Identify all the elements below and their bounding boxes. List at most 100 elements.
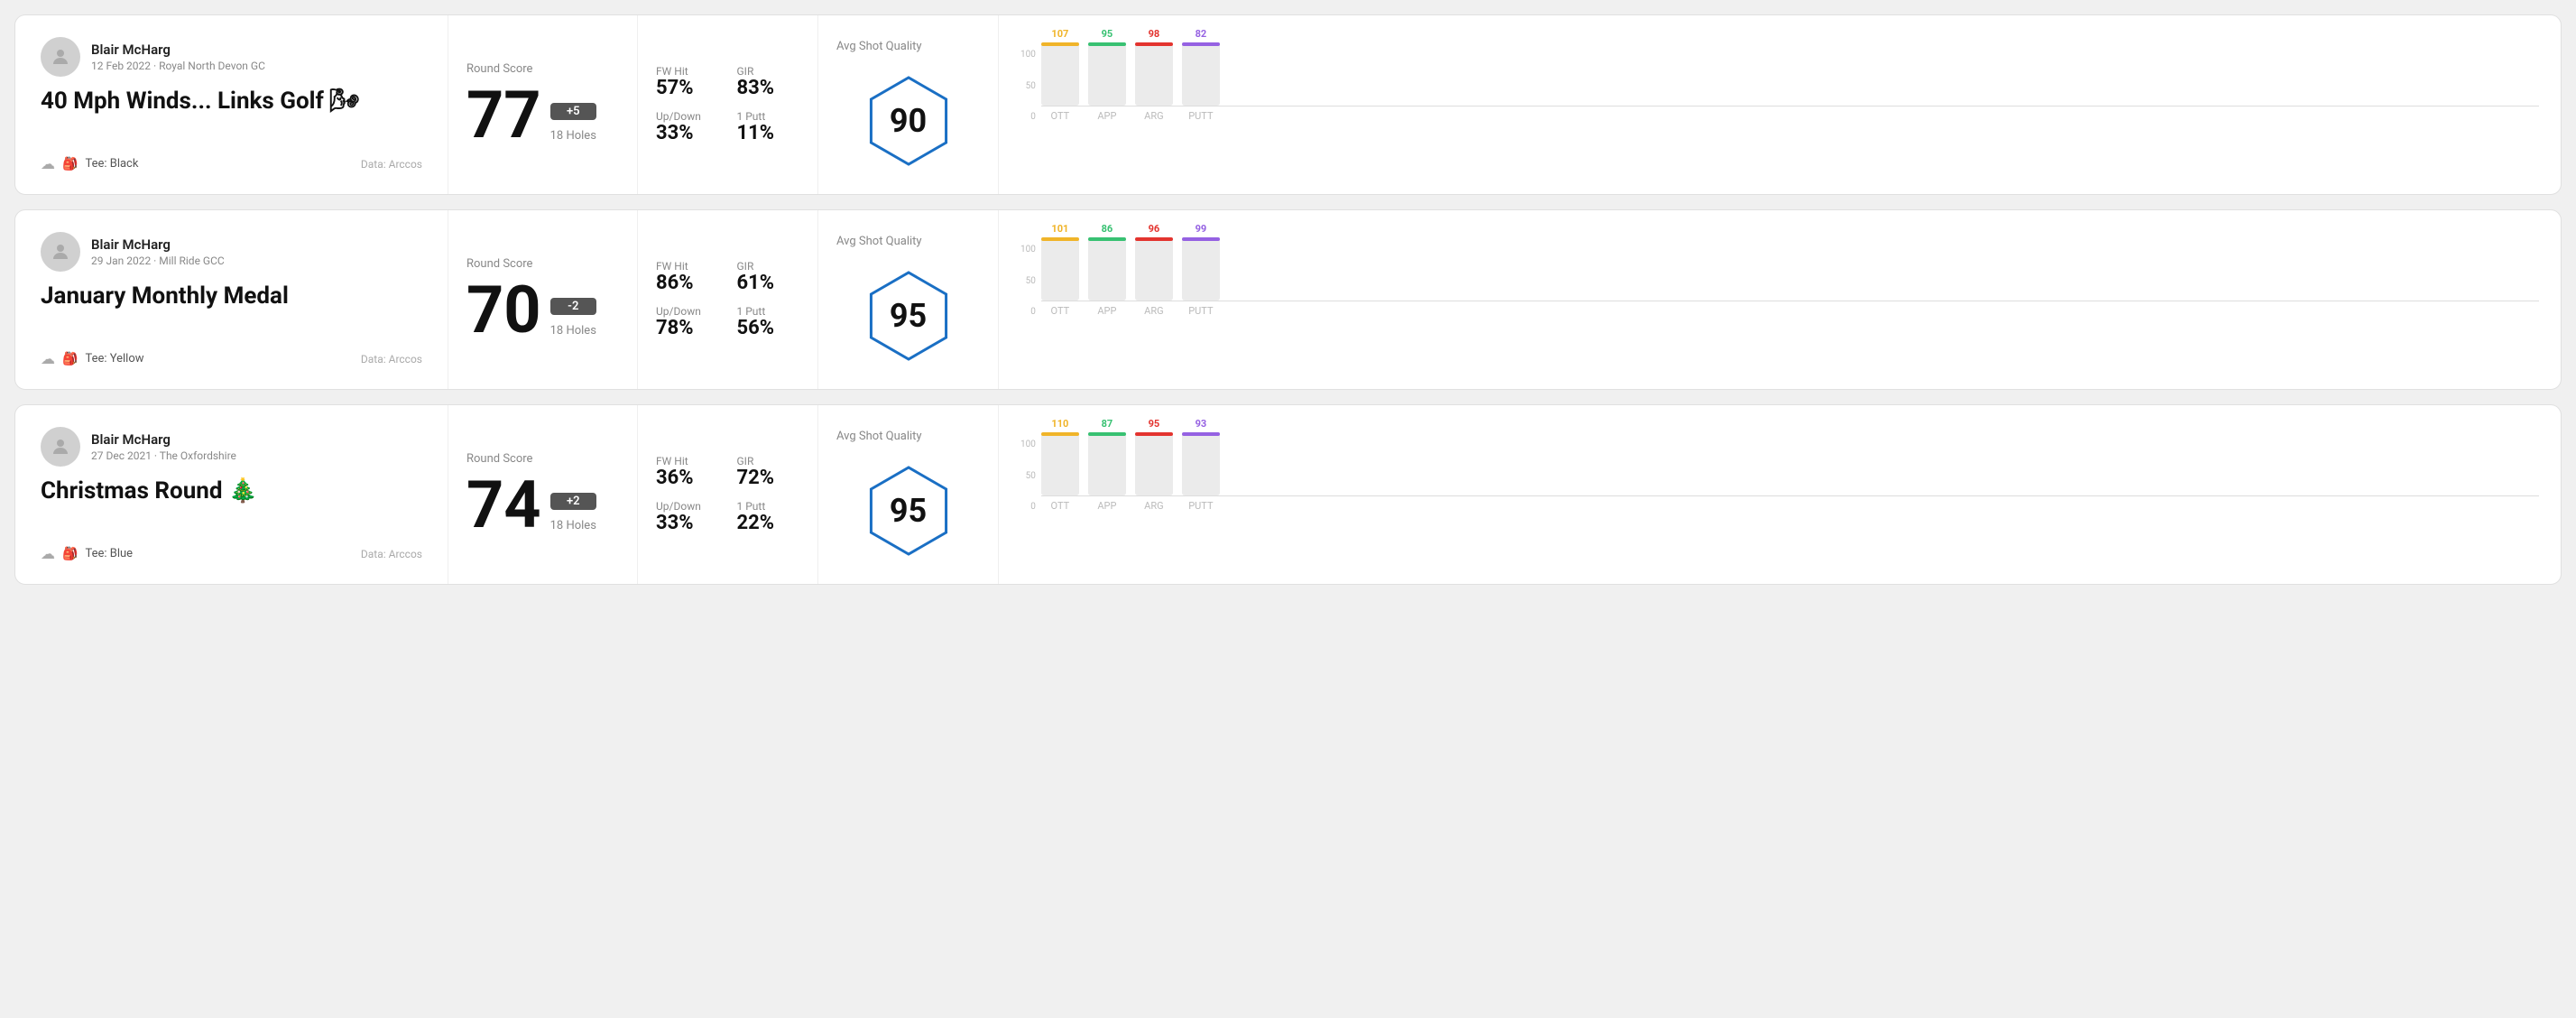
chart-x-label: ARG <box>1135 110 1173 122</box>
bar-accent <box>1135 237 1173 241</box>
y-label-50: 50 <box>1020 276 1036 286</box>
left-section: Blair McHarg 12 Feb 2022 · Royal North D… <box>15 15 448 194</box>
chart-x-labels: OTTAPPARGPUTT <box>1041 110 2539 122</box>
gir-label: GIR <box>737 65 800 78</box>
quality-section: Avg Shot Quality 95 <box>818 210 999 389</box>
chart-section: 100 50 0 101 86 96 <box>999 210 2561 389</box>
updown-stat: Up/Down 33% <box>656 500 719 534</box>
user-info: Blair McHarg 27 Dec 2021 · The Oxfordshi… <box>91 431 236 462</box>
chart-section: 100 50 0 107 95 98 <box>999 15 2561 194</box>
big-score: 77 <box>466 83 541 148</box>
chart-area: 107 95 98 82 <box>1041 33 2539 122</box>
chart-x-labels: OTTAPPARGPUTT <box>1041 500 2539 512</box>
bar-value: 95 <box>1149 418 1160 430</box>
bar-accent <box>1088 432 1126 436</box>
bar-accent <box>1041 237 1079 241</box>
chart-x-label: OTT <box>1041 500 1079 512</box>
score-meta: -2 18 Holes <box>550 298 596 343</box>
round-title: Christmas Round 🎄 <box>41 477 422 505</box>
score-section: Round Score 70 -2 18 Holes <box>448 210 638 389</box>
chart-x-label: ARG <box>1135 305 1173 317</box>
round-score-label: Round Score <box>466 62 619 76</box>
score-badge: +5 <box>550 103 596 120</box>
bar-accent <box>1041 432 1079 436</box>
tee-label: Tee: Black <box>85 157 138 171</box>
round-title: 40 Mph Winds... Links Golf 🌬 <box>41 88 422 116</box>
quality-label: Avg Shot Quality <box>836 235 922 248</box>
holes-label: 18 Holes <box>550 129 596 143</box>
tee-info: ☁ 🎒 Tee: Yellow <box>41 350 144 367</box>
gir-label: GIR <box>737 260 800 273</box>
stats-section: FW Hit 86% GIR 61% Up/Down 78% 1 Putt 56… <box>638 210 818 389</box>
one-putt-stat: 1 Putt 11% <box>737 110 800 144</box>
bar-value: 98 <box>1149 28 1160 40</box>
bar-value: 99 <box>1196 223 1207 235</box>
chart-x-label: APP <box>1088 305 1126 317</box>
cloud-icon: ☁ <box>41 350 55 367</box>
bar-value: 82 <box>1196 28 1207 40</box>
user-info: Blair McHarg 12 Feb 2022 · Royal North D… <box>91 42 265 72</box>
chart-y-labels: 100 50 0 <box>1020 50 1041 122</box>
bar-accent <box>1088 42 1126 46</box>
gir-value: 72% <box>737 467 800 489</box>
user-name: Blair McHarg <box>91 42 265 58</box>
hex-score: 95 <box>890 492 927 530</box>
chart-x-labels: OTTAPPARGPUTT <box>1041 305 2539 317</box>
gir-value: 83% <box>737 78 800 99</box>
chart-section: 100 50 0 110 87 95 <box>999 405 2561 584</box>
bars-row: 110 87 95 93 <box>1041 423 2539 495</box>
score-meta: +5 18 Holes <box>550 103 596 148</box>
bar-group: 107 <box>1041 28 1079 106</box>
hexagon-container: 95 <box>836 266 980 366</box>
date-course: 29 Jan 2022 · Mill Ride GCC <box>91 255 225 267</box>
bar-bg <box>1182 237 1220 301</box>
fw-hit-value: 86% <box>656 273 719 294</box>
gir-label: GIR <box>737 455 800 467</box>
stats-section: FW Hit 57% GIR 83% Up/Down 33% 1 Putt 11… <box>638 15 818 194</box>
one-putt-stat: 1 Putt 22% <box>737 500 800 534</box>
golf-bag-icon: 🎒 <box>62 352 78 366</box>
avatar <box>41 37 80 77</box>
bar-value: 107 <box>1051 28 1068 40</box>
chart-x-label: PUTT <box>1182 500 1220 512</box>
bottom-row: ☁ 🎒 Tee: Blue Data: Arccos <box>41 545 422 562</box>
one-putt-value: 56% <box>737 318 800 339</box>
y-label-0: 0 <box>1020 112 1036 122</box>
quality-label: Avg Shot Quality <box>836 430 922 443</box>
score-meta: +2 18 Holes <box>550 493 596 538</box>
stats-grid: FW Hit 36% GIR 72% Up/Down 33% 1 Putt 22… <box>656 455 799 534</box>
bar-bg <box>1182 432 1220 495</box>
score-badge: -2 <box>550 298 596 315</box>
golf-bag-icon: 🎒 <box>62 157 78 171</box>
chart-x-label: APP <box>1088 110 1126 122</box>
quality-section: Avg Shot Quality 95 <box>818 405 999 584</box>
left-section: Blair McHarg 27 Dec 2021 · The Oxfordshi… <box>15 405 448 584</box>
gir-value: 61% <box>737 273 800 294</box>
fw-hit-stat: FW Hit 36% <box>656 455 719 489</box>
cloud-icon: ☁ <box>41 545 55 562</box>
bar-group: 96 <box>1135 223 1173 301</box>
chart-x-label: PUTT <box>1182 110 1220 122</box>
bar-accent <box>1182 42 1220 46</box>
holes-label: 18 Holes <box>550 324 596 338</box>
chart-y-labels: 100 50 0 <box>1020 245 1041 317</box>
avatar <box>41 232 80 272</box>
fw-hit-stat: FW Hit 86% <box>656 260 719 294</box>
one-putt-label: 1 Putt <box>737 305 800 318</box>
tee-info: ☁ 🎒 Tee: Black <box>41 155 138 172</box>
stats-grid: FW Hit 86% GIR 61% Up/Down 78% 1 Putt 56… <box>656 260 799 339</box>
fw-hit-label: FW Hit <box>656 455 719 467</box>
bar-value: 96 <box>1149 223 1160 235</box>
big-score: 70 <box>466 278 541 343</box>
bar-bg <box>1088 432 1126 495</box>
bar-group: 87 <box>1088 418 1126 495</box>
bars-row: 101 86 96 99 <box>1041 228 2539 301</box>
tee-info: ☁ 🎒 Tee: Blue <box>41 545 133 562</box>
bar-value: 95 <box>1102 28 1113 40</box>
y-label-0: 0 <box>1020 502 1036 512</box>
score-section: Round Score 74 +2 18 Holes <box>448 405 638 584</box>
bar-accent <box>1135 432 1173 436</box>
user-row: Blair McHarg 12 Feb 2022 · Royal North D… <box>41 37 422 77</box>
round-card: Blair McHarg 27 Dec 2021 · The Oxfordshi… <box>14 404 2562 585</box>
big-score: 74 <box>466 473 541 538</box>
